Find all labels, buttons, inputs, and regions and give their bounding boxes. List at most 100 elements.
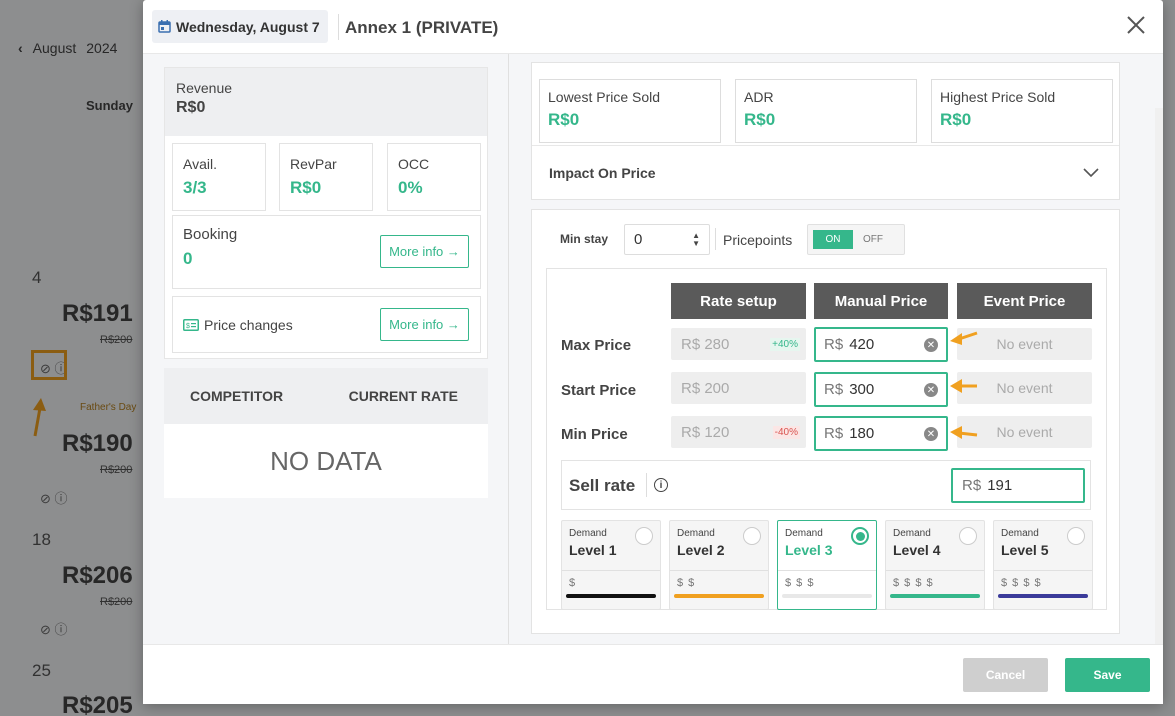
price-edit-modal: Wednesday, August 7 Annex 1 (PRIVATE) Re…: [143, 0, 1163, 704]
competitor-column: COMPETITOR: [190, 388, 284, 404]
annotation-arrow-icon: [950, 379, 977, 393]
level-bar: [998, 594, 1088, 598]
revenue-value: R$0: [176, 99, 206, 116]
stat-occ: OCC 0%: [387, 143, 481, 211]
currency: R$: [824, 381, 844, 398]
modal-body: Revenue R$0 Avail. 3/3 RevPar R$0 OCC 0%…: [143, 54, 1163, 698]
panel-divider: [508, 54, 509, 644]
price-changes-box: $ Price changes More info →: [172, 296, 481, 353]
pricepoints-toggle[interactable]: ON OFF: [807, 224, 905, 255]
demand-level-4[interactable]: Demand Level 4 $ $ $ $: [885, 520, 985, 610]
currency: R$: [962, 477, 982, 494]
room-title: Annex 1 (PRIVATE): [345, 18, 499, 37]
divider: [670, 570, 768, 571]
save-button[interactable]: Save: [1065, 658, 1150, 692]
impact-on-price-toggle[interactable]: Impact On Price: [532, 145, 1119, 199]
kpi-lowest-price: Lowest Price Sold R$0: [539, 79, 721, 143]
sell-rate-value: 191: [987, 477, 1013, 494]
svg-text:$: $: [186, 323, 190, 330]
modal-date: Wednesday, August 7: [176, 18, 320, 35]
cancel-button[interactable]: Cancel: [963, 658, 1048, 692]
close-icon[interactable]: [1125, 14, 1147, 36]
start-price-input[interactable]: R$ 300 ✕: [814, 372, 948, 407]
stat-value: 3/3: [183, 178, 207, 197]
chevron-down-icon[interactable]: [1083, 167, 1099, 178]
modal-header: Wednesday, August 7 Annex 1 (PRIVATE): [143, 0, 1163, 54]
stat-label: Avail.: [183, 156, 217, 172]
divider: [886, 570, 984, 571]
setup-value: R$ 120: [681, 423, 730, 441]
stat-avail: Avail. 3/3: [172, 143, 266, 211]
demand-level-3[interactable]: Demand Level 3 $ $ $: [777, 520, 877, 610]
pct-badge: -40%: [772, 425, 800, 439]
booking-box: Booking 0 More info →: [172, 215, 481, 289]
manual-price-header: Manual Price: [814, 283, 948, 319]
level-bar: [566, 594, 656, 598]
clear-icon[interactable]: ✕: [924, 383, 938, 397]
max-price-label: Max Price: [561, 337, 632, 354]
date-chip: Wednesday, August 7: [152, 10, 328, 43]
divider: [778, 570, 876, 571]
stepper-arrows-icon[interactable]: ▲ ▼: [692, 231, 700, 248]
kpi-card: Lowest Price Sold R$0 ADR R$0 Highest Pr…: [531, 62, 1120, 200]
money-icon: $: [183, 318, 199, 331]
radio-button-selected[interactable]: [851, 527, 869, 545]
divider: [562, 570, 660, 571]
min-stay-stepper[interactable]: 0 ▲ ▼: [624, 224, 710, 255]
scrollbar[interactable]: [1155, 108, 1163, 698]
competitor-empty: NO DATA: [164, 424, 488, 498]
level-bar: [782, 594, 872, 598]
min-stay-value: 0: [634, 231, 643, 248]
kpi-value: R$0: [940, 110, 972, 129]
max-price-input[interactable]: R$ 420 ✕: [814, 327, 948, 362]
demand-level-5[interactable]: Demand Level 5 $ $ $ $: [993, 520, 1093, 610]
divider: [715, 228, 716, 250]
kpi-value: R$0: [548, 110, 580, 129]
manual-value: 420: [849, 336, 875, 353]
level-dollars: $ $ $ $: [1001, 577, 1042, 589]
clear-icon[interactable]: ✕: [924, 427, 938, 441]
radio-button[interactable]: [1067, 527, 1085, 545]
toggle-off[interactable]: OFF: [853, 230, 893, 249]
level-dollars: $ $ $: [785, 577, 815, 589]
radio-button[interactable]: [959, 527, 977, 545]
radio-button[interactable]: [743, 527, 761, 545]
revenue-card: Revenue R$0 Avail. 3/3 RevPar R$0 OCC 0%…: [164, 67, 488, 359]
start-price-label: Start Price: [561, 382, 637, 399]
min-price-setup: R$ 120 -40%: [671, 416, 806, 448]
divider: [994, 570, 1092, 571]
annotation-arrow-icon: [950, 426, 978, 439]
min-price-input[interactable]: R$ 180 ✕: [814, 416, 948, 451]
impact-label: Impact On Price: [549, 164, 656, 181]
price-changes-more-info-button[interactable]: More info →: [380, 308, 469, 341]
annotation-arrow-icon: [950, 331, 978, 345]
setup-value: R$ 280: [681, 335, 730, 353]
min-stay-label: Min stay: [560, 232, 609, 246]
manual-value: 300: [849, 381, 875, 398]
setup-value: R$ 200: [681, 379, 730, 397]
currency: R$: [824, 336, 844, 353]
min-price-label: Min Price: [561, 426, 628, 443]
kpi-label: Lowest Price Sold: [548, 89, 661, 105]
demand-level-1[interactable]: Demand Level 1 $: [561, 520, 661, 610]
kpi-label: Highest Price Sold: [940, 89, 1056, 105]
demand-level-2[interactable]: Demand Level 2 $ $: [669, 520, 769, 610]
toggle-on[interactable]: ON: [813, 230, 853, 249]
competitor-header: COMPETITOR CURRENT RATE: [164, 368, 488, 424]
stat-label: OCC: [398, 156, 430, 172]
sell-rate-input[interactable]: R$ 191: [951, 468, 1085, 503]
price-changes-label: Price changes: [204, 316, 293, 333]
level-dollars: $: [569, 577, 577, 589]
radio-button[interactable]: [635, 527, 653, 545]
booking-more-info-button[interactable]: More info →: [380, 235, 469, 268]
stat-value: 0%: [398, 178, 423, 197]
modal-footer: Cancel Save: [143, 644, 1163, 704]
level-bar: [890, 594, 980, 598]
sell-rate-label: Sell rate: [569, 476, 636, 495]
calendar-icon: [158, 20, 171, 33]
pct-badge: +40%: [770, 337, 800, 351]
revenue-label: Revenue: [176, 80, 233, 96]
info-icon[interactable]: i: [654, 478, 668, 492]
clear-icon[interactable]: ✕: [924, 338, 938, 352]
level-dollars: $ $: [677, 577, 696, 589]
